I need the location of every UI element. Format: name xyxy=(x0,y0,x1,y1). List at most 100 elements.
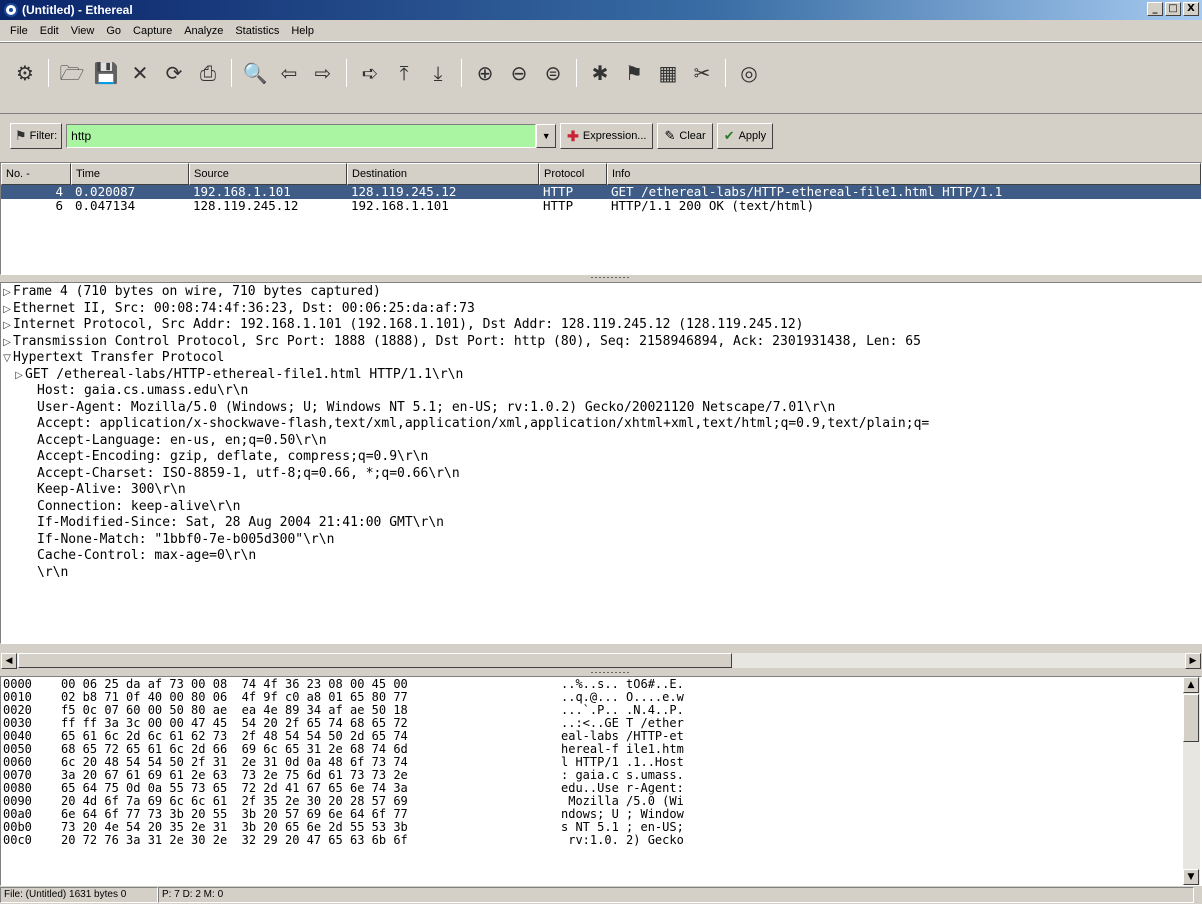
plus-icon: ✚ xyxy=(567,127,579,144)
filter-bar: ⚑ Filter: ▼ ✚ Expression... ✎ Clear ✔ Ap… xyxy=(0,116,1202,156)
toolbar-buttons: ⚙ 🗁 💾 ✕ ⟳ ⎙ 🔍 ⇦ ⇨ ➪ ⤒ ⤓ ⊕ ⊖ ⊜ ✱ ⚑ ▦ ✂ ◎ xyxy=(8,57,766,89)
detail-tree-item[interactable]: ▷ Transmission Control Protocol, Src Port… xyxy=(1,334,1201,351)
minimize-button[interactable]: _ xyxy=(1147,2,1163,16)
menu-help[interactable]: Help xyxy=(285,23,320,39)
menu-capture[interactable]: Capture xyxy=(127,23,178,39)
capture-filter-button[interactable]: ✱ xyxy=(583,57,617,89)
find-packet-icon: 🔍 xyxy=(242,61,268,85)
go-forward-button[interactable]: ⇨ xyxy=(306,57,340,89)
hex-offset[interactable]: 00c0 xyxy=(1,834,61,847)
detail-text: Frame 4 (710 bytes on wire, 710 bytes ca… xyxy=(13,284,381,299)
print-icon: ⎙ xyxy=(200,61,216,85)
collapsed-triangle-icon[interactable]: ▷ xyxy=(13,368,25,384)
detail-tree-item[interactable]: ▷ Frame 4 (710 bytes on wire, 710 bytes c… xyxy=(1,284,1201,301)
chevron-down-icon: ▼ xyxy=(541,131,551,141)
zoom-out-button[interactable]: ⊖ xyxy=(502,57,536,89)
detail-tree-item[interactable]: Keep-Alive: 300\r\n xyxy=(1,482,1201,499)
reload-button[interactable]: ⟳ xyxy=(157,57,191,89)
go-last-button[interactable]: ⤓ xyxy=(421,57,455,89)
toolbar-separator xyxy=(48,59,49,87)
close-button[interactable]: ✕ xyxy=(123,57,157,89)
collapsed-triangle-icon[interactable]: ▷ xyxy=(1,335,13,351)
menu-edit[interactable]: Edit xyxy=(34,23,65,39)
toolbar-separator xyxy=(725,59,726,87)
hex-ascii[interactable]: rv:1.0. 2) Gecko xyxy=(561,834,761,847)
menu-file[interactable]: File xyxy=(4,23,34,39)
column-info[interactable]: Info xyxy=(607,163,1201,185)
detail-tree-item[interactable]: Accept-Language: en-us, en;q=0.50\r\n xyxy=(1,433,1201,450)
packet-bytes-pane: 0000 00 06 25 da af 73 00 08 74 4f 36 23 … xyxy=(0,676,1202,886)
column-no[interactable]: No. - xyxy=(1,163,71,185)
ethereal-app-icon[interactable] xyxy=(4,3,18,17)
coloring-rules-button[interactable]: ▦ xyxy=(651,57,685,89)
save-button[interactable]: 💾 xyxy=(89,57,123,89)
go-forward-icon: ⇨ xyxy=(314,61,332,85)
preferences-button[interactable]: ✂ xyxy=(685,57,719,89)
detail-tree-item[interactable]: ▷ Ethernet II, Src: 00:08:74:4f:36:23, Ds… xyxy=(1,301,1201,318)
detail-text: Accept-Encoding: gzip, deflate, compress… xyxy=(37,449,429,464)
packet-row[interactable]: 4 0.020087 192.168.1.101 128.119.245.12 HTTP… xyxy=(1,185,1201,199)
scroll-up-arrow-icon[interactable]: ▲ xyxy=(1183,677,1199,693)
menu-go[interactable]: Go xyxy=(100,23,127,39)
column-time[interactable]: Time xyxy=(71,163,189,185)
detail-tree-item[interactable]: ▽ Hypertext Transfer Protocol xyxy=(1,350,1201,367)
detail-tree-item[interactable]: Host: gaia.cs.umass.edu\r\n xyxy=(1,383,1201,400)
filter-button[interactable]: ⚑ Filter: xyxy=(10,123,63,149)
column-source[interactable]: Source xyxy=(189,163,347,185)
pane-splitter-top[interactable] xyxy=(0,275,1202,281)
filter-dropdown-button[interactable]: ▼ xyxy=(536,124,557,148)
detail-tree-item[interactable]: Accept-Charset: ISO-8859-1, utf-8;q=0.66… xyxy=(1,466,1201,483)
detail-tree-item[interactable]: \r\n xyxy=(1,565,1201,582)
detail-tree-item[interactable]: ▷ GET /ethereal-labs/HTTP-ethereal-file1.… xyxy=(1,367,1201,384)
status-file-info: File: (Untitled) 1631 bytes 0 xyxy=(0,887,158,903)
collapsed-triangle-icon[interactable]: ▷ xyxy=(1,318,13,334)
open-folder-button[interactable]: 🗁 xyxy=(55,57,89,89)
filter-icon: ⚑ xyxy=(15,128,27,144)
apply-button[interactable]: ✔ Apply xyxy=(716,123,774,149)
find-packet-button[interactable]: 🔍 xyxy=(238,57,272,89)
capture-interfaces-button[interactable]: ⚙ xyxy=(8,57,42,89)
detail-tree-item[interactable]: Accept-Encoding: gzip, deflate, compress… xyxy=(1,449,1201,466)
horizontal-scroll-thumb[interactable] xyxy=(18,653,732,668)
menu-view[interactable]: View xyxy=(65,23,101,39)
detail-tree-item[interactable]: User-Agent: Mozilla/5.0 (Windows; U; Win… xyxy=(1,400,1201,417)
display-filter-input[interactable] xyxy=(66,124,537,148)
help-button[interactable]: ◎ xyxy=(732,57,766,89)
go-to-packet-button[interactable]: ➪ xyxy=(353,57,387,89)
print-button[interactable]: ⎙ xyxy=(191,57,225,89)
display-filter-button[interactable]: ⚑ xyxy=(617,57,651,89)
collapsed-triangle-icon[interactable]: ▷ xyxy=(1,285,13,301)
vertical-scroll-thumb[interactable] xyxy=(1183,694,1199,742)
detail-tree-item[interactable]: Accept: application/x-shockwave-flash,te… xyxy=(1,416,1201,433)
zoom-in-button[interactable]: ⊕ xyxy=(468,57,502,89)
detail-tree-item[interactable]: Connection: keep-alive\r\n xyxy=(1,499,1201,516)
detail-tree-item[interactable]: Cache-Control: max-age=0\r\n xyxy=(1,548,1201,565)
hex-bytes[interactable]: 20 72 76 3a 31 2e 30 2e 32 29 20 47 65 6… xyxy=(61,834,561,847)
expanded-triangle-icon[interactable]: ▽ xyxy=(1,351,13,367)
close-window-button[interactable]: X xyxy=(1183,2,1199,16)
go-first-button[interactable]: ⤒ xyxy=(387,57,421,89)
detail-tree-item[interactable]: If-Modified-Since: Sat, 28 Aug 2004 21:4… xyxy=(1,515,1201,532)
column-destination[interactable]: Destination xyxy=(347,163,539,185)
maximize-button[interactable]: □ xyxy=(1165,2,1181,16)
packet-list-header: No. - Time Source Destination Protocol I… xyxy=(1,163,1201,185)
packet-cell-no: 4 xyxy=(55,185,63,199)
go-back-button[interactable]: ⇦ xyxy=(272,57,306,89)
packet-cell-info: GET /ethereal-labs/HTTP-ethereal-file1.h… xyxy=(611,185,1003,199)
collapsed-triangle-icon[interactable]: ▷ xyxy=(1,302,13,318)
expression-button[interactable]: ✚ Expression... xyxy=(560,123,654,149)
menu-analyze[interactable]: Analyze xyxy=(178,23,229,39)
details-horizontal-scrollbar[interactable]: ◀ ▶ xyxy=(0,652,1202,669)
detail-tree-item[interactable]: If-None-Match: "1bbf0-7e-b005d300"\r\n xyxy=(1,532,1201,549)
bytes-vertical-scrollbar[interactable]: ▲ ▼ xyxy=(1183,677,1200,885)
capture-interfaces-icon: ⚙ xyxy=(16,61,34,85)
clear-button[interactable]: ✎ Clear xyxy=(657,123,713,149)
menu-statistics[interactable]: Statistics xyxy=(229,23,285,39)
scroll-right-arrow-icon[interactable]: ▶ xyxy=(1185,653,1201,669)
scroll-left-arrow-icon[interactable]: ◀ xyxy=(1,653,17,669)
zoom-normal-button[interactable]: ⊜ xyxy=(536,57,570,89)
scroll-down-arrow-icon[interactable]: ▼ xyxy=(1183,869,1199,885)
packet-row[interactable]: 6 0.047134 128.119.245.12 192.168.1.101 HTTP… xyxy=(1,199,1201,213)
column-protocol[interactable]: Protocol xyxy=(539,163,607,185)
detail-tree-item[interactable]: ▷ Internet Protocol, Src Addr: 192.168.1.… xyxy=(1,317,1201,334)
